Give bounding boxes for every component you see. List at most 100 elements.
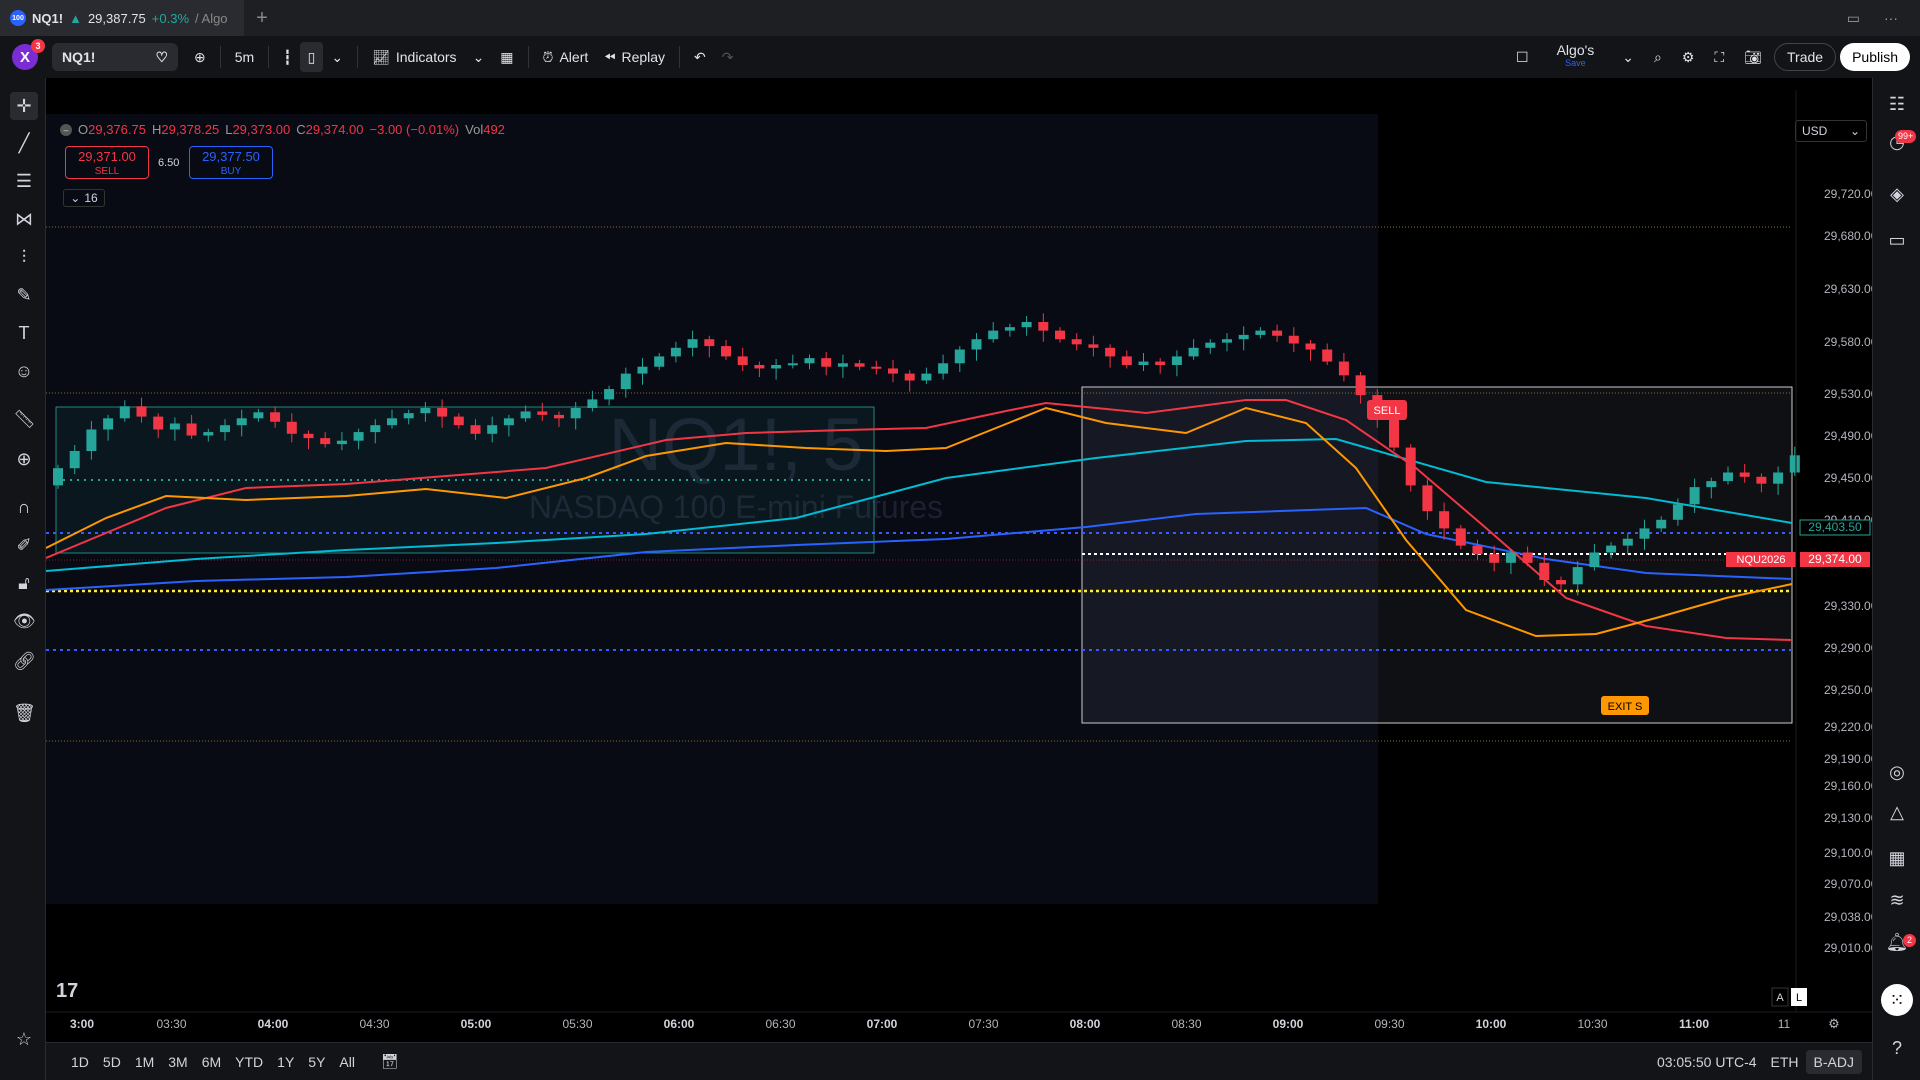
time-axis-settings-icon: ⚙ [1828,1016,1840,1031]
range-5y[interactable]: 5Y [301,1054,332,1070]
price-axis-tick: 29,220.00 [1824,720,1872,734]
indicators-collapse-button[interactable]: ⌄ 16 [63,189,105,207]
compare-icon[interactable]: ⊕ [186,42,214,72]
candle-body [1656,519,1667,529]
candle-body [670,347,681,357]
more-icon[interactable]: ··· [1884,10,1898,27]
range-5d[interactable]: 5D [96,1054,128,1070]
trade-button[interactable]: Trade [1774,43,1837,71]
buy-button[interactable]: 29,377.50 BUY [189,146,273,179]
target-icon[interactable]: ◎ [1885,760,1909,784]
fullscreen-toggle-icon[interactable]: ☐ [1508,42,1537,72]
tradingview-logo: 17 [56,980,78,1002]
apps-grid-icon[interactable]: ⁙ [1881,984,1913,1016]
candle-body [1155,361,1166,365]
time-axis-tick: 08:30 [1171,1017,1201,1031]
emoji-icon[interactable]: ☺ [13,360,35,382]
clock-time[interactable]: 03:05:50 UTC-4 [1650,1054,1764,1070]
candle-body [988,330,999,340]
candle-body [1455,528,1466,546]
tab-price: 29,387.75 [87,10,146,26]
collapse-legend-icon[interactable]: – [60,123,72,136]
chevron-down-icon[interactable]: ⌄ [1614,42,1642,72]
adjustment-button[interactable]: B-ADJ [1805,1049,1862,1074]
sell-button[interactable]: 29,371.00 SELL [65,146,149,179]
time-axis-tick: 11 [1778,1017,1791,1031]
price-axis-tick: 29,530.00 [1824,387,1872,401]
candle-body [320,438,331,445]
goto-date-icon[interactable]: 📅︎ [374,1053,406,1070]
price-axis-tick: 29,490.00 [1824,429,1872,443]
currency-select[interactable]: USD ⌄ [1795,120,1867,142]
range-all[interactable]: All [332,1054,362,1070]
candle-body [888,368,898,374]
ruler-icon[interactable]: 📏︎ [13,408,36,430]
new-tab-icon[interactable]: + [244,7,280,30]
templates-icon[interactable]: ▦ [492,42,521,72]
pencil-lock-icon[interactable]: ✐ [13,534,35,556]
candle-body [1138,361,1149,365]
range-1m[interactable]: 1M [128,1054,161,1070]
candle-body [1004,327,1015,331]
range-3m[interactable]: 3M [161,1054,194,1070]
candle-body [687,339,698,348]
time-axis-tick: 06:30 [765,1017,795,1031]
exit-marker-label: EXIT S [1608,701,1643,713]
help-icon[interactable]: ? [1885,1036,1909,1060]
candle-style-icon[interactable]: ▯ [299,42,324,72]
trash-icon[interactable]: 🗑︎ [13,702,36,724]
news-feed-icon[interactable]: ≋ [1885,888,1909,912]
range-1y[interactable]: 1Y [270,1054,301,1070]
layout-button[interactable]: Algo's Save [1549,43,1603,70]
chat-icon[interactable]: ▭ [1885,228,1909,252]
chart-tab[interactable]: 100 NQ1! ▲ 29,387.75 +0.3% / Algo [0,0,244,36]
price-axis-tick: 29,038.00 [1824,910,1872,924]
symbol-search[interactable]: NQ1! ♡ [52,43,178,71]
redo-icon[interactable]: ↷ [714,42,742,72]
quick-search-icon[interactable]: ⌕ [1646,42,1670,72]
calendar-icon[interactable]: ▦ [1885,846,1909,870]
crosshair-icon[interactable]: ✛ [10,92,38,120]
pattern-icon[interactable]: ⋈ [13,208,35,230]
zoom-icon[interactable]: ⊕ [13,448,35,470]
undo-icon[interactable]: ↶ [686,42,714,72]
pine-icon[interactable]: △ [1885,800,1909,824]
magnet-icon[interactable]: ∩ [13,496,35,518]
alert-button[interactable]: ⏰︎ Alert [535,42,597,72]
replay-button[interactable]: ⏪︎ Replay [596,42,673,72]
candle-body [1171,356,1182,365]
settings-icon[interactable]: ⚙ [1674,42,1703,72]
candle-body [1021,322,1032,328]
eye-icon[interactable]: 👁︎ [13,610,36,632]
camera-icon[interactable]: 📷︎ [1736,42,1770,72]
bar-style-icon[interactable]: ┇ [275,42,299,72]
chevron-down-icon[interactable]: ⌄ [323,42,351,72]
candle-body [387,418,397,426]
chevron-down-icon[interactable]: ⌄ [465,42,493,72]
trendline-icon[interactable]: ╱ [13,132,35,154]
publish-button[interactable]: Publish [1840,43,1910,71]
window-layout-icon[interactable]: ▭ [1847,10,1860,27]
fib-icon[interactable]: ☰ [13,170,35,192]
chart-area[interactable]: NQ1!, 5NASDAQ 100 E-mini FuturesSELLEXIT… [46,78,1872,1042]
heart-icon[interactable]: ♡ [155,49,168,66]
range-ytd[interactable]: YTD [228,1054,270,1070]
range-1d[interactable]: 1D [64,1054,96,1070]
link-icon[interactable]: 🔗︎ [13,650,36,672]
price-chart[interactable]: NQ1!, 5NASDAQ 100 E-mini FuturesSELLEXIT… [46,78,1872,1042]
star-icon[interactable]: ☆ [13,1028,35,1050]
candle-body [1556,580,1566,585]
range-6m[interactable]: 6M [195,1054,228,1070]
watchlist-icon[interactable]: ☷ [1885,92,1909,116]
layers-icon[interactable]: ◈ [1885,182,1909,206]
session-button[interactable]: ETH [1764,1054,1806,1070]
fullscreen-icon[interactable]: ⛶ [1706,42,1732,72]
user-avatar[interactable]: X3 [12,39,45,70]
forecast-icon[interactable]: ⫶ [13,246,35,268]
lock-icon[interactable]: 🔓︎ [13,572,35,594]
brush-icon[interactable]: ✎ [13,284,35,306]
interval-button[interactable]: 5m [227,42,262,72]
text-icon[interactable]: T [13,322,35,344]
indicators-button[interactable]: 📈︎ Indicators [364,42,464,72]
alarm-icon: ⏰︎ [542,48,554,65]
